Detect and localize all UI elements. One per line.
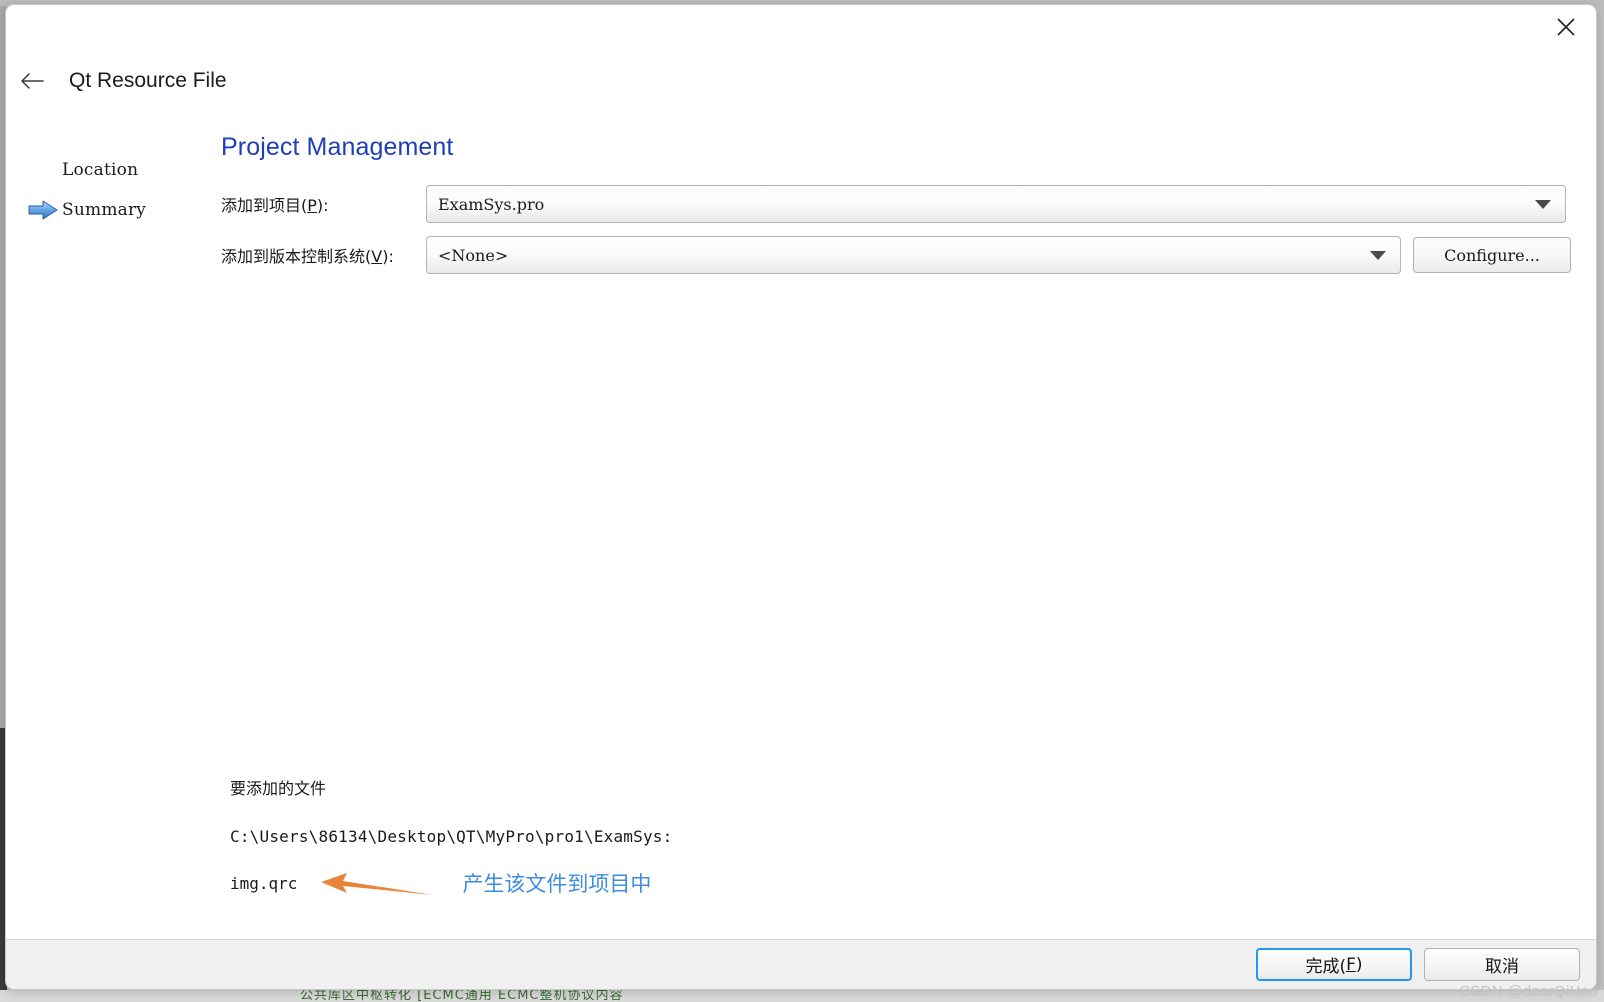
sidebar-item-label: Summary [62, 200, 147, 220]
sidebar-item-summary[interactable]: Summary [6, 190, 211, 230]
dialog-footer: 完成(F) 取消 [6, 939, 1596, 989]
dialog-titlebar: Qt Resource File [6, 57, 1596, 105]
sidebar-item-location[interactable]: Location [6, 150, 211, 190]
step-marker-empty [28, 158, 62, 182]
background-bottom-strip: 公共库区中枢转化 [ECMC通用 ECMC整机协议内容 [0, 990, 1604, 1002]
add-to-project-value: ExamSys.pro [438, 194, 545, 214]
finish-button[interactable]: 完成(F) [1256, 948, 1412, 981]
add-to-vcs-combobox[interactable]: <None> [426, 236, 1401, 274]
files-summary-block: 要添加的文件 C:\Users\86134\Desktop\QT\MyPro\p… [230, 775, 672, 898]
files-to-add-heading: 要添加的文件 [230, 779, 327, 798]
annotation-text: 产生该文件到项目中 [462, 872, 652, 896]
background-strip-text: 公共库区中枢转化 [ECMC通用 ECMC整机协议内容 [300, 990, 624, 1002]
left-arrow-annotation-icon [319, 868, 434, 898]
wizard-step-list: Location Summary [6, 150, 211, 230]
back-arrow-icon[interactable] [11, 60, 53, 102]
chevron-down-icon [1535, 199, 1551, 209]
add-to-vcs-label: 添加到版本控制系统(V): [221, 247, 394, 266]
add-to-project-combobox[interactable]: ExamSys.pro [426, 185, 1566, 223]
configure-button[interactable]: Configure... [1413, 237, 1571, 273]
qt-resource-file-dialog: Qt Resource File Location Summary Projec… [5, 4, 1597, 990]
add-to-project-label: 添加到项目(P): [221, 196, 329, 215]
form-row-add-to-project: 添加到项目(P): ExamSys.pro [221, 185, 1566, 223]
page-title: Qt Resource File [69, 69, 227, 92]
add-to-vcs-value: <None> [438, 245, 509, 265]
close-icon[interactable] [1544, 10, 1588, 44]
blue-arrow-icon [28, 198, 62, 222]
section-title: Project Management [221, 133, 454, 161]
chevron-down-icon [1370, 250, 1386, 260]
file-name-label: img.qrc [230, 873, 298, 893]
sidebar-item-label: Location [62, 160, 139, 180]
target-directory-path: C:\Users\86134\Desktop\QT\MyPro\pro1\Exa… [230, 827, 673, 846]
form-row-add-to-vcs: 添加到版本控制系统(V): <None> Configure... [221, 236, 1571, 274]
cancel-button[interactable]: 取消 [1424, 948, 1580, 981]
file-entry-row: img.qrc 产生该文件到项目中 [230, 868, 672, 898]
